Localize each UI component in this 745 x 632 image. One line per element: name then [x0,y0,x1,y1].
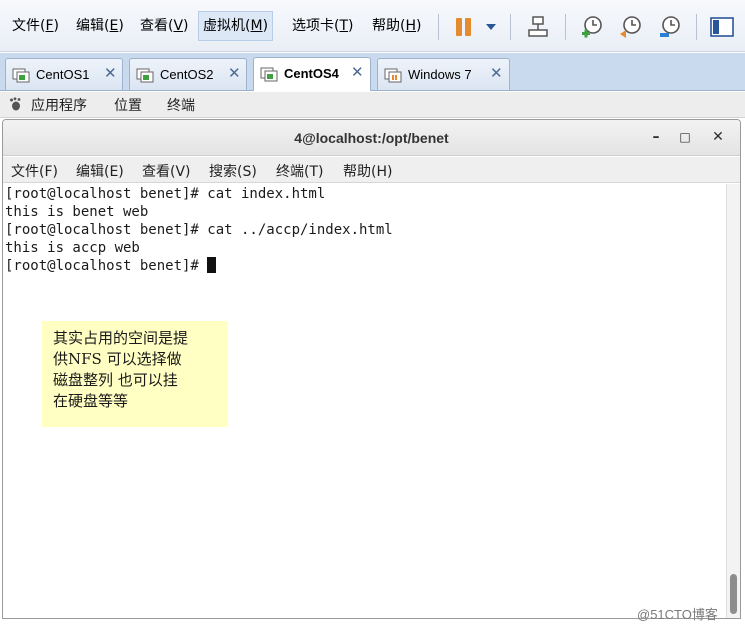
minimize-button[interactable]: – [646,127,666,147]
window-title: 4@localhost:/opt/benet [294,130,449,146]
note-line: 在硬盘等等 [53,392,129,410]
vm-tab-strip: CentOS1 ✕ CentOS2 ✕ CentOS4 ✕ Windows 7 … [0,53,745,91]
vm-icon [260,67,278,82]
chevron-down-icon[interactable] [476,12,506,42]
terminal-menu-terminal[interactable]: 终端(T) [276,161,323,181]
note-line: 磁盘整列 也可以挂 [53,371,178,389]
menu-file[interactable]: 文件(F) [8,11,63,41]
menu-view[interactable]: 查看(V) [136,11,193,41]
terminal-menu-edit[interactable]: 编辑(E) [76,161,124,181]
vmware-menubar: 文件(F) 编辑(E) 查看(V) 虚拟机(M) 选项卡(T) 帮助(H) [0,0,745,52]
watermark: @51CTO博客 [637,607,718,622]
terminal-menu-view[interactable]: 查看(V) [142,161,191,181]
toolbar-separator [565,14,566,40]
close-icon[interactable]: ✕ [490,64,503,82]
vm-icon [384,68,402,83]
places-menu[interactable]: 位置 [114,95,142,115]
vm-tab-windows7[interactable]: Windows 7 ✕ [377,58,510,90]
maximize-button[interactable]: □ [675,127,695,147]
terminal-menu[interactable]: 终端 [167,95,195,115]
terminal-menu-help[interactable]: 帮助(H) [343,161,392,181]
applications-menu[interactable]: 应用程序 [31,95,87,115]
vm-tab-centos1[interactable]: CentOS1 ✕ [5,58,123,90]
scrollbar-thumb[interactable] [730,574,737,614]
terminal-scrollbar[interactable] [726,184,740,618]
terminal-line: [root@localhost benet]# cat ../accp/inde… [5,222,393,238]
vm-tab-label: CentOS2 [160,67,214,82]
terminal-menu-file[interactable]: 文件(F) [11,161,58,181]
pause-icon[interactable] [448,12,478,42]
gnome-foot-icon [10,97,21,111]
close-icon[interactable]: ✕ [351,63,364,81]
snapshot-icon[interactable] [577,12,607,42]
terminal-line: this is benet web [5,204,149,220]
snapshot-manager-icon[interactable] [655,12,685,42]
vm-icon [12,68,30,83]
terminal-titlebar[interactable]: 4@localhost:/opt/benet – □ ✕ [3,120,740,156]
terminal-line: this is accp web [5,240,140,256]
console-view-icon[interactable] [707,12,737,42]
toolbar-separator [438,14,439,40]
close-icon[interactable]: ✕ [228,64,241,82]
menu-help[interactable]: 帮助(H) [368,11,425,41]
vm-tab-label: Windows 7 [408,67,472,82]
vm-tab-label: CentOS4 [284,66,339,81]
vm-tab-label: CentOS1 [36,67,90,82]
close-button[interactable]: ✕ [708,127,728,147]
gnome-top-panel: 应用程序 位置 终端 [0,92,745,118]
toolbar-separator [510,14,511,40]
menu-vm[interactable]: 虚拟机(M) [198,11,274,41]
terminal-menu-search[interactable]: 搜索(S) [209,161,257,181]
revert-snapshot-icon[interactable] [616,12,646,42]
terminal-menubar: 文件(F) 编辑(E) 查看(V) 搜索(S) 终端(T) 帮助(H) [3,157,740,183]
toolbar-separator [696,14,697,40]
terminal-line: [root@localhost benet]# cat index.html [5,186,326,202]
vm-tab-centos2[interactable]: CentOS2 ✕ [129,58,247,90]
menu-edit[interactable]: 编辑(E) [72,11,128,41]
vm-icon [136,68,154,83]
vm-tab-centos4[interactable]: CentOS4 ✕ [253,57,371,91]
text-cursor [207,257,217,273]
annotation-note: 其实占用的空间是提 供NFS 可以选择做 磁盘整列 也可以挂 在硬盘等等 [42,321,228,427]
note-line: 供NFS 可以选择做 [53,350,182,368]
close-icon[interactable]: ✕ [104,64,117,82]
menu-tabs[interactable]: 选项卡(T) [288,11,358,41]
network-icon[interactable] [523,12,553,42]
terminal-prompt-line: [root@localhost benet]# [5,257,217,275]
note-line: 其实占用的空间是提 [53,329,189,347]
